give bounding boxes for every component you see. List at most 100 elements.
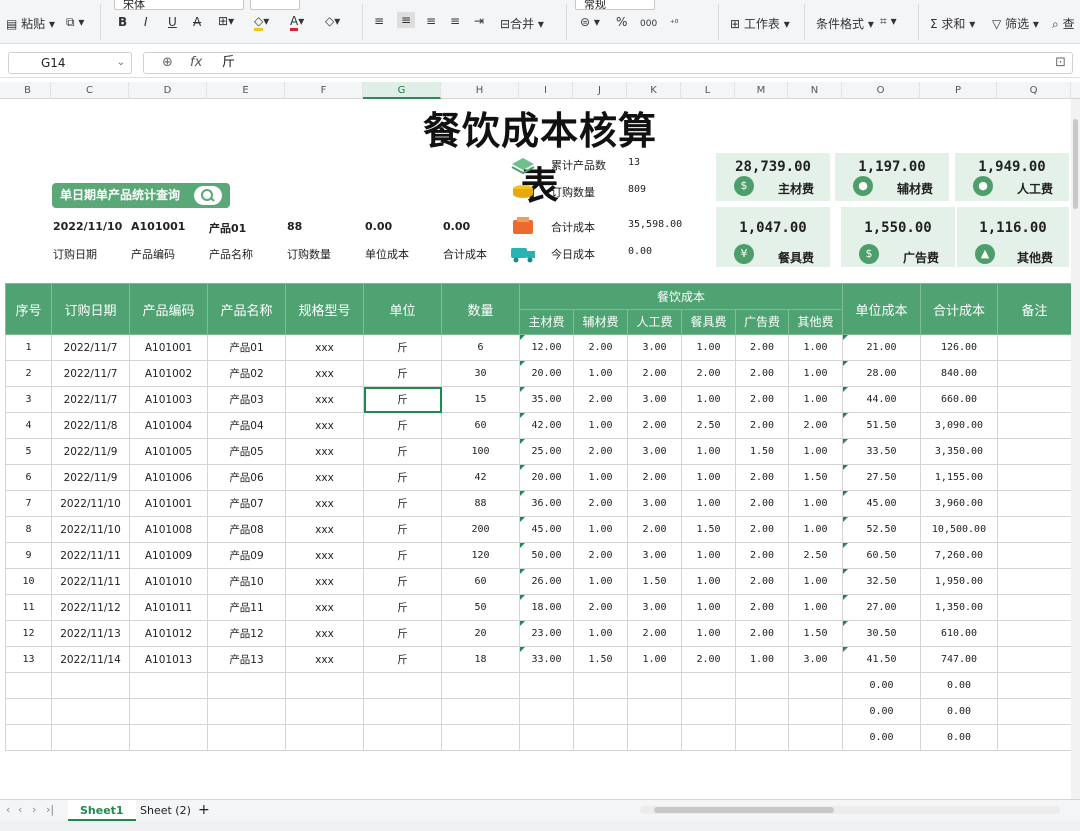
table-cell[interactable]: 2.00 [627,516,682,543]
table-cell[interactable]: 1,950.00 [920,568,998,595]
table-cell[interactable]: 33.00 [519,646,574,673]
table-cell[interactable]: 1.00 [573,412,628,439]
table-cell[interactable]: 2022/11/9 [51,464,130,491]
table-cell[interactable]: 2.00 [681,646,736,673]
decimal-button[interactable]: ⁺⁰ [670,15,678,29]
justify-button[interactable]: ≡ [450,14,460,28]
table-cell[interactable]: 20.00 [519,464,574,491]
column-header-n[interactable]: N [788,82,842,99]
table-cell[interactable]: 0.00 [842,724,921,751]
percent-button[interactable]: % [616,15,627,29]
column-header-i[interactable]: I [519,82,573,99]
table-cell[interactable] [997,386,1072,413]
italic-button[interactable]: I [144,15,148,29]
table-cell[interactable] [997,438,1072,465]
table-cell[interactable]: 斤 [363,412,442,439]
table-cell[interactable]: 2.50 [681,412,736,439]
table-cell[interactable]: 2.00 [735,568,789,595]
table-cell[interactable] [681,672,736,699]
number-format-select[interactable]: 常规 [575,0,655,11]
table-cell[interactable]: 1.50 [788,464,843,491]
table-cell[interactable] [129,672,208,699]
table-cell[interactable]: 2.00 [788,412,843,439]
table-cell[interactable]: 1.00 [681,386,736,413]
indent-button[interactable]: ⇥ [474,14,484,28]
border-button[interactable]: ⊞▾ [218,14,234,28]
table-cell[interactable]: 2022/11/8 [51,412,130,439]
table-cell[interactable]: 1.50 [681,516,736,543]
table-cell[interactable]: 2.50 [788,542,843,569]
expand-formula-icon[interactable]: ⊡ [1055,53,1066,73]
table-cell[interactable]: 2022/11/10 [51,516,130,543]
table-cell[interactable]: 660.00 [920,386,998,413]
table-cell[interactable]: 斤 [363,646,442,673]
table-cell[interactable]: 13 [5,646,52,673]
table-cell[interactable]: 7,260.00 [920,542,998,569]
table-cell[interactable]: 26.00 [519,568,574,595]
table-cell[interactable]: 610.00 [920,620,998,647]
table-cell[interactable] [997,334,1072,361]
table-cell[interactable]: 18.00 [519,594,574,621]
table-cell[interactable]: 1.50 [735,438,789,465]
scroll-thumb[interactable] [1073,119,1078,209]
table-cell[interactable] [573,724,628,751]
table-cell[interactable]: 1.00 [735,646,789,673]
table-cell[interactable]: 斤 [363,490,442,517]
name-box[interactable]: G14 ⌄ [8,52,132,74]
add-sheet-button[interactable]: + [192,800,216,821]
table-cell[interactable]: xxx [285,646,364,673]
table-cell[interactable] [363,672,442,699]
table-cell[interactable]: A101008 [129,516,208,543]
table-cell[interactable]: xxx [285,542,364,569]
table-cell[interactable]: 5 [5,438,52,465]
table-cell[interactable] [5,698,52,725]
table-cell[interactable]: 产品07 [207,490,286,517]
table-cell[interactable] [735,672,789,699]
column-header-m[interactable]: M [735,82,788,99]
table-cell[interactable]: 3.00 [627,386,682,413]
table-cell[interactable] [129,698,208,725]
table-cell[interactable]: 2022/11/11 [51,568,130,595]
table-cell[interactable]: A101010 [129,568,208,595]
table-cell[interactable]: 1.00 [681,568,736,595]
horizontal-scrollbar[interactable] [640,806,1060,814]
table-cell[interactable]: 12.00 [519,334,574,361]
table-cell[interactable]: 32.50 [842,568,921,595]
table-cell[interactable]: 1.00 [788,360,843,387]
column-header-h[interactable]: H [441,82,519,99]
table-cell[interactable]: 2.00 [735,334,789,361]
table-cell[interactable]: 2.00 [735,490,789,517]
table-cell[interactable]: 3.00 [788,646,843,673]
table-cell[interactable]: 1.00 [627,646,682,673]
table-cell[interactable]: 2.00 [573,438,628,465]
table-cell[interactable]: 2.00 [573,334,628,361]
table-cell[interactable]: 2.00 [573,386,628,413]
table-cell[interactable]: 0.00 [920,698,998,725]
last-sheet-icon[interactable]: ›| [46,803,54,816]
table-cell[interactable]: 7 [5,490,52,517]
table-cell[interactable]: 产品04 [207,412,286,439]
table-cell[interactable]: 30.50 [842,620,921,647]
table-cell[interactable]: 1.00 [681,490,736,517]
table-cell[interactable]: 1.50 [788,620,843,647]
table-cell[interactable]: 2.00 [735,464,789,491]
table-cell[interactable]: 产品09 [207,542,286,569]
table-cell[interactable]: 2.00 [735,594,789,621]
table-cell[interactable]: xxx [285,516,364,543]
table-cell[interactable]: xxx [285,334,364,361]
table-cell[interactable]: 1.00 [788,438,843,465]
table-cell[interactable]: 8 [5,516,52,543]
table-cell[interactable]: 1.00 [681,438,736,465]
table-cell[interactable] [788,724,843,751]
table-cell[interactable]: 120 [441,542,520,569]
table-cell[interactable]: 2.00 [681,360,736,387]
table-cell[interactable]: 产品10 [207,568,286,595]
table-cell[interactable]: 200 [441,516,520,543]
table-cell[interactable]: 1,350.00 [920,594,998,621]
table-cell[interactable] [997,672,1072,699]
table-cell[interactable] [129,724,208,751]
table-cell[interactable]: A101013 [129,646,208,673]
table-cell[interactable]: 3.00 [627,490,682,517]
table-cell[interactable]: 6 [441,334,520,361]
table-cell[interactable]: 产品13 [207,646,286,673]
